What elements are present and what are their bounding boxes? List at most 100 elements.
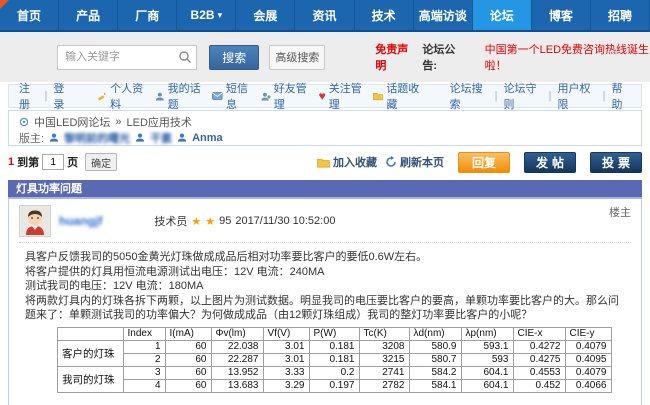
user-permissions-link[interactable]: 用户权限: [557, 80, 596, 112]
cell: 0.4066: [565, 379, 611, 392]
nav-label: 厂商: [135, 7, 159, 24]
favorites-link[interactable]: 话题收藏: [373, 80, 425, 112]
add-favorite-label: 加入收藏: [333, 154, 377, 170]
refresh-link[interactable]: 刷新本页: [385, 154, 444, 170]
thread-title: 灯具功率问题: [16, 183, 82, 195]
search-input[interactable]: [57, 45, 197, 70]
moderator-icon: [135, 132, 145, 143]
moderator-name[interactable]: 黎明前的曙光: [64, 130, 130, 146]
cell: 580.7: [409, 353, 461, 366]
nav-label: 高端访谈: [419, 7, 467, 24]
cell: 0.4079: [565, 340, 611, 353]
divider: |: [45, 90, 48, 102]
column-header: Tc(K): [359, 327, 409, 340]
search-band: 搜索 高级搜索 免责声明 论坛公告: 中国第一个LED免费咨询热线诞生啦！: [0, 32, 650, 82]
chevron-down-icon: ▾: [218, 10, 223, 21]
nav-item-b2b[interactable]: B2B▾: [177, 0, 236, 30]
register-link[interactable]: 注册: [19, 80, 39, 112]
advanced-search-button[interactable]: 高级搜索: [269, 45, 325, 70]
disclaimer-link[interactable]: 免责声明: [375, 41, 414, 73]
nav-item-jobs[interactable]: 招聘: [591, 0, 650, 30]
post-paragraph: 将客户提供的灯具用恒流电源测试出电压：12V 电流：240MA: [25, 265, 629, 280]
goto-label: 到第: [17, 154, 39, 170]
nav-label: 论坛: [490, 7, 514, 24]
cell: 0.4272: [513, 340, 565, 353]
cell: 0.181: [309, 340, 359, 353]
folder-icon: [373, 91, 384, 101]
cell: 604.1: [461, 379, 513, 392]
cell: 13.683: [211, 379, 263, 392]
heart-icon: ♥: [319, 89, 326, 103]
notice-label: 论坛公告:: [422, 41, 464, 73]
breadcrumb-separator: »: [115, 116, 121, 128]
forum-rules-link[interactable]: 论坛守则: [504, 80, 543, 112]
messages-label: 短信息: [226, 80, 255, 112]
post-author-username[interactable]: huangjf: [59, 214, 102, 228]
follow-link[interactable]: ♥ 关注管理: [319, 80, 367, 112]
post-content: 具客户反馈我司的5050金黄光灯珠做成成品后相对功率要比客户的要低0.6W左右。…: [19, 243, 631, 323]
friends-label: 好友管理: [274, 80, 313, 112]
column-header: CIE-x: [513, 327, 565, 340]
nav-item-tech[interactable]: 技术: [355, 0, 414, 30]
cell: 3.01: [263, 353, 309, 366]
cell: 2782: [359, 379, 409, 392]
table-row: 4 60 13.683 3.29 0.197 2782 584.1 604.1 …: [58, 379, 612, 392]
nav-item-manufacturers[interactable]: 厂商: [118, 0, 177, 30]
nav-label: 首页: [17, 7, 41, 24]
nav-item-news[interactable]: 资讯: [295, 0, 354, 30]
cell: 593.1: [461, 340, 513, 353]
moderator-icon: [49, 132, 59, 143]
avatar-image: [21, 207, 49, 235]
nav-item-blog[interactable]: 博客: [532, 0, 591, 30]
group-label: 我司的灯珠: [58, 366, 124, 392]
my-topics-link[interactable]: 我的话题: [155, 80, 207, 112]
nav-label: 产品: [76, 7, 100, 24]
breadcrumb-section-link[interactable]: LED应用技术: [127, 114, 192, 130]
table-row: 客户的灯珠 1 60 22.038 3.01 0.181 3208 580.9 …: [58, 340, 612, 353]
confirm-page-button[interactable]: 确定: [85, 153, 117, 171]
page-number-input[interactable]: [42, 154, 64, 170]
nav-label: 会展: [253, 7, 277, 24]
new-post-button[interactable]: 发帖: [524, 152, 576, 173]
breadcrumb-box: 中国LED网论坛 » LED应用技术 版主: 黎明前的曙光 干素 Anma: [8, 110, 642, 146]
help-link[interactable]: 帮助: [611, 80, 631, 112]
column-header: λp(nm): [461, 327, 513, 340]
cell: 3215: [359, 353, 409, 366]
author-points: 95: [219, 215, 231, 227]
cell: 0.197: [309, 379, 359, 392]
nav-item-interviews[interactable]: 高端访谈: [414, 0, 473, 30]
cell: 3.01: [263, 340, 309, 353]
current-page: 1: [8, 156, 14, 168]
divider: |: [603, 90, 606, 102]
cell: 2741: [359, 366, 409, 379]
forum-page: 首页 产品 厂商 B2B▾ 会展 资讯 技术 高端访谈 论坛 博客 招聘 搜索 …: [0, 0, 650, 405]
cell: 580.9: [409, 340, 461, 353]
forum-search-link[interactable]: 论坛搜索: [450, 80, 489, 112]
nav-item-products[interactable]: 产品: [59, 0, 118, 30]
nav-label: B2B: [191, 8, 215, 22]
cell: 0.4275: [513, 353, 565, 366]
corner-ribbon-icon: [0, 0, 9, 9]
notice-text[interactable]: 中国第一个LED免费咨询热线诞生啦！: [485, 41, 650, 73]
cell: 0.181: [309, 353, 359, 366]
nav-item-forum[interactable]: 论坛: [473, 0, 532, 30]
reply-button[interactable]: 回复: [458, 152, 510, 173]
add-favorite-link[interactable]: 加入收藏: [317, 154, 377, 170]
nav-item-exhibition[interactable]: 会展: [236, 0, 295, 30]
friends-link[interactable]: 好友管理: [261, 80, 313, 112]
vote-button[interactable]: 投票: [590, 152, 642, 173]
forum-notice: 免责声明 论坛公告: 中国第一个LED免费咨询热线诞生啦！: [375, 41, 650, 73]
login-link[interactable]: 登录: [53, 80, 73, 112]
profile-link[interactable]: 个人资料: [97, 80, 149, 112]
cell: 3: [123, 366, 165, 379]
cell: 0.452: [513, 379, 565, 392]
moderator-name[interactable]: 干素: [150, 130, 172, 146]
moderator-name[interactable]: Anma: [192, 132, 223, 144]
post-paragraph: 测试我司的电压：12V 电流：180MA: [25, 279, 629, 294]
messages-link[interactable]: 短信息: [212, 80, 255, 112]
measurement-table: Index I(mA) Φv(lm) Vf(V) P(W) Tc(K) λd(n…: [57, 327, 612, 393]
avatar[interactable]: [19, 205, 51, 237]
search-button[interactable]: 搜索: [209, 45, 259, 70]
column-header: CIE-y: [565, 327, 611, 340]
breadcrumb-forum-link[interactable]: 中国LED网论坛: [34, 114, 110, 130]
